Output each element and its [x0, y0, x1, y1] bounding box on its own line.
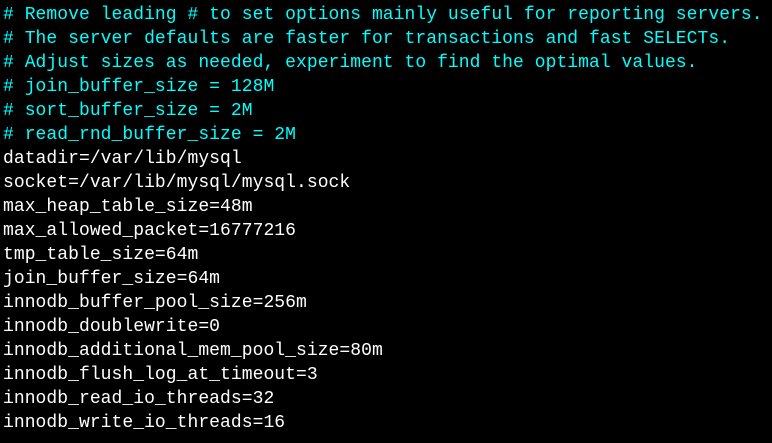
config-setting-line: innodb_buffer_pool_size=256m — [3, 293, 307, 313]
config-comment-line: # The server defaults are faster for tra… — [3, 29, 731, 49]
config-comment-line: # Adjust sizes as needed, experiment to … — [3, 53, 698, 73]
config-setting-line: datadir=/var/lib/mysql — [3, 149, 242, 169]
config-setting-line: join_buffer_size=64m — [3, 269, 221, 289]
config-comment-line: # Remove leading # to set options mainly… — [3, 5, 763, 25]
terminal-window[interactable]: # Remove leading # to set options mainly… — [0, 0, 772, 443]
config-setting-line: innodb_flush_log_at_timeout=3 — [3, 365, 318, 385]
config-comment-line: # read_rnd_buffer_size = 2M — [3, 125, 296, 145]
config-comment-line: # sort_buffer_size = 2M — [3, 101, 253, 121]
config-setting-line: max_heap_table_size=48m — [3, 197, 253, 217]
config-setting-line: tmp_table_size=64m — [3, 245, 199, 265]
config-comment-line: # join_buffer_size = 128M — [3, 77, 275, 97]
config-setting-line: innodb_write_io_threads=16 — [3, 413, 286, 433]
config-setting-line: max_allowed_packet=16777216 — [3, 221, 296, 241]
config-setting-line: innodb_read_io_threads=32 — [3, 389, 275, 409]
config-setting-line: innodb_doublewrite=0 — [3, 317, 221, 337]
config-setting-line: innodb_additional_mem_pool_size=80m — [3, 341, 383, 361]
config-setting-line: socket=/var/lib/mysql/mysql.sock — [3, 173, 351, 193]
